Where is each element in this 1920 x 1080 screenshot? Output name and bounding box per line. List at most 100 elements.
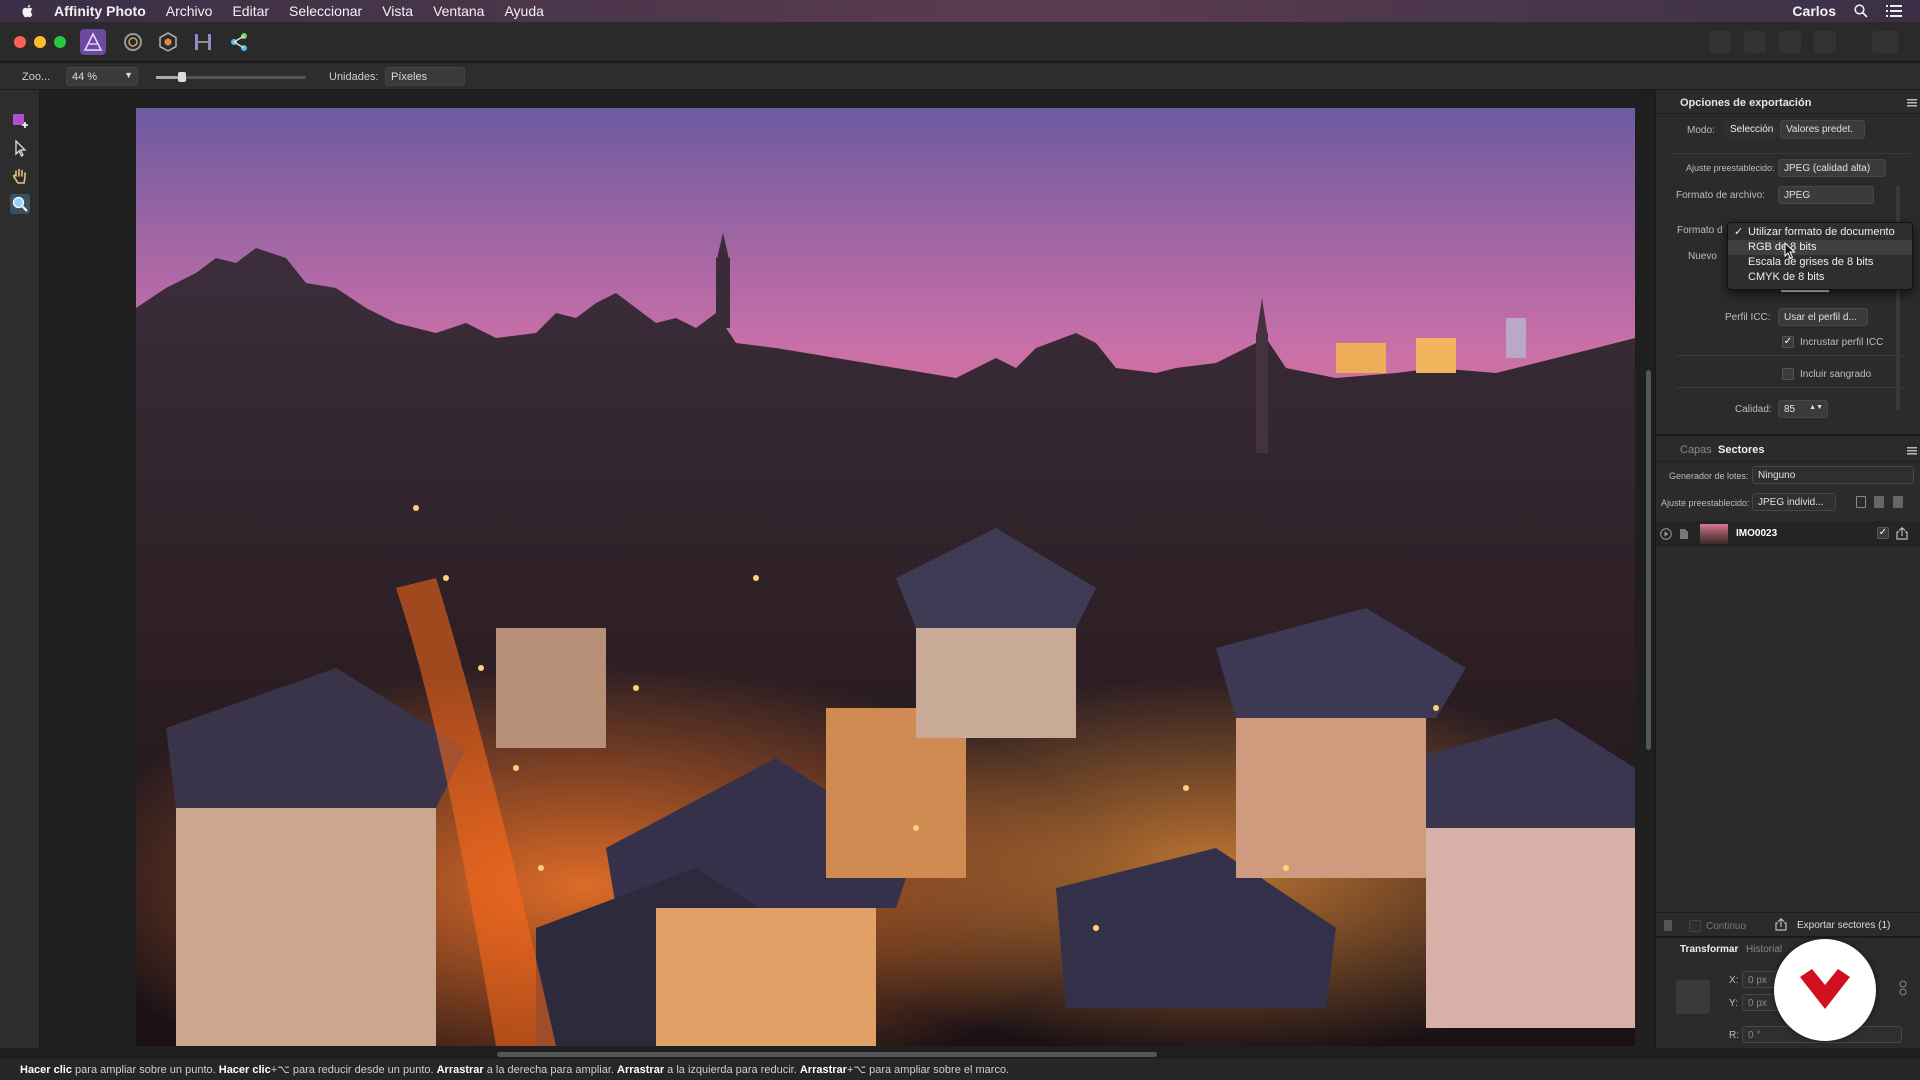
stepper-icon[interactable]: ▲▼ bbox=[1809, 404, 1823, 411]
menu-app-name[interactable]: Affinity Photo bbox=[54, 3, 146, 19]
quality-value: 85 bbox=[1784, 404, 1796, 415]
menu-archivo[interactable]: Archivo bbox=[166, 3, 213, 19]
document-icon bbox=[1680, 529, 1688, 539]
slice-preset-label: Ajuste preestablecido: bbox=[1661, 498, 1750, 508]
status-hint-bold: Arrastrar bbox=[436, 1064, 484, 1076]
mode-selection-button[interactable]: Selección bbox=[1724, 120, 1779, 139]
notification-list-icon[interactable] bbox=[1886, 5, 1902, 17]
embed-icc-label: Incrustar perfil ICC bbox=[1800, 337, 1884, 348]
search-icon[interactable] bbox=[1854, 4, 1868, 18]
status-bar: Hacer clic para ampliar sobre un punto. … bbox=[0, 1059, 1920, 1080]
arrange-icon-3[interactable] bbox=[1779, 31, 1801, 53]
zoom-field[interactable]: 44 % ▼ bbox=[66, 67, 138, 86]
tab-transform[interactable]: Transformar bbox=[1680, 944, 1738, 955]
panel-menu-icon[interactable] bbox=[1907, 447, 1917, 455]
panel-menu-icon[interactable] bbox=[1907, 99, 1917, 107]
r-label: R: bbox=[1729, 1030, 1739, 1041]
mouse-cursor-icon bbox=[1784, 242, 1796, 260]
zoom-slider[interactable] bbox=[156, 72, 306, 82]
arrange-icon-4[interactable] bbox=[1814, 31, 1836, 53]
status-hint-text: a la derecha para ampliar. bbox=[483, 1064, 618, 1076]
vertical-scrollbar[interactable] bbox=[1646, 370, 1651, 750]
tab-slices[interactable]: Sectores bbox=[1718, 444, 1764, 456]
zoom-slider-handle[interactable] bbox=[178, 72, 186, 82]
continuous-checkbox[interactable] bbox=[1689, 920, 1701, 932]
export-persona-icon[interactable] bbox=[226, 29, 252, 55]
link-icon[interactable] bbox=[1899, 980, 1907, 996]
align-icon[interactable] bbox=[1872, 31, 1898, 53]
arrange-icon-2[interactable] bbox=[1744, 31, 1766, 53]
slice-row[interactable]: IMO0023 ✓ bbox=[1656, 521, 1920, 547]
logo-mark-icon bbox=[1800, 969, 1850, 1009]
menu-editar[interactable]: Editar bbox=[232, 3, 269, 19]
tab-layers[interactable]: Capas bbox=[1680, 444, 1712, 456]
x-label: X: bbox=[1729, 975, 1739, 986]
move-tool-icon[interactable] bbox=[10, 138, 30, 158]
menu-ayuda[interactable]: Ayuda bbox=[504, 3, 543, 19]
dropdown-option-rgb-8[interactable]: RGB de 8 bits bbox=[1728, 240, 1912, 255]
status-hint-bold: Arrastrar bbox=[799, 1064, 847, 1076]
menu-bar: Affinity Photo Archivo Editar Selecciona… bbox=[0, 0, 1920, 22]
dropdown-option-grayscale-8[interactable]: Escala de grises de 8 bits bbox=[1728, 255, 1912, 270]
zoom-window-button[interactable] bbox=[54, 36, 66, 48]
embed-icc-checkbox[interactable]: ✓ bbox=[1782, 336, 1794, 348]
develop-persona-icon[interactable] bbox=[155, 29, 181, 55]
apple-icon[interactable] bbox=[20, 3, 36, 19]
mode-defaults-button[interactable]: Valores predet. bbox=[1780, 120, 1865, 139]
arrange-icon-1[interactable] bbox=[1709, 31, 1731, 53]
channel-logo bbox=[1774, 939, 1876, 1041]
mode-label: Modo: bbox=[1687, 125, 1715, 136]
share-icon[interactable] bbox=[1896, 527, 1908, 540]
trash-icon[interactable] bbox=[1664, 920, 1672, 931]
document-photo[interactable] bbox=[136, 108, 1635, 1046]
units-select[interactable]: Píxeles bbox=[385, 67, 465, 86]
status-hint-text: a la izquierda para reducir. bbox=[664, 1064, 800, 1076]
paste-icon[interactable] bbox=[1874, 496, 1884, 508]
zoom-tool-icon[interactable] bbox=[10, 194, 30, 214]
tone-mapping-persona-icon[interactable] bbox=[190, 29, 216, 55]
batch-builder-select[interactable]: Ninguno bbox=[1752, 466, 1914, 484]
anchor-grid[interactable] bbox=[1676, 980, 1710, 1014]
icc-profile-label: Perfil ICC: bbox=[1725, 312, 1771, 323]
artboard-tool-icon[interactable] bbox=[10, 110, 30, 130]
slice-export-checkbox[interactable]: ✓ bbox=[1877, 527, 1889, 539]
export-slices-button[interactable]: Exportar sectores (1) bbox=[1797, 920, 1890, 931]
icc-profile-select[interactable]: Usar el perfil d... bbox=[1778, 308, 1868, 326]
export-icon bbox=[1775, 918, 1787, 931]
view-hand-tool-icon[interactable] bbox=[10, 166, 30, 186]
file-format-select[interactable]: JPEG bbox=[1778, 186, 1874, 204]
horizontal-scrollbar[interactable] bbox=[497, 1052, 1157, 1057]
copy-icon[interactable] bbox=[1856, 496, 1866, 508]
pixel-format-dropdown[interactable]: ✓ Utilizar formato de documento RGB de 8… bbox=[1727, 222, 1913, 290]
minimize-window-button[interactable] bbox=[34, 36, 46, 48]
slice-name[interactable]: IMO0023 bbox=[1736, 528, 1777, 539]
pixel-format-label: Formato d bbox=[1677, 225, 1723, 236]
chevron-down-icon[interactable]: ▼ bbox=[124, 70, 133, 80]
export-panel-scrollbar[interactable] bbox=[1896, 185, 1900, 410]
photo-persona-icon[interactable] bbox=[80, 29, 106, 55]
status-hint-text: +⌥ para ampliar sobre el marco. bbox=[846, 1064, 1010, 1076]
main-toolbar bbox=[0, 22, 1920, 62]
user-name[interactable]: Carlos bbox=[1792, 3, 1836, 19]
dropdown-option-document-format[interactable]: ✓ Utilizar formato de documento bbox=[1728, 225, 1912, 240]
slice-thumbnail bbox=[1700, 524, 1728, 544]
export-options-title: Opciones de exportación bbox=[1680, 97, 1812, 109]
batch-builder-label: Generador de lotes: bbox=[1669, 471, 1749, 481]
close-window-button[interactable] bbox=[14, 36, 26, 48]
liquify-persona-icon[interactable] bbox=[120, 29, 146, 55]
zoom-label: Zoo... bbox=[22, 71, 51, 83]
dropdown-option-label: Escala de grises de 8 bits bbox=[1748, 256, 1874, 268]
slice-preset-select[interactable]: JPEG individ... bbox=[1752, 493, 1836, 511]
trash-icon[interactable] bbox=[1893, 496, 1903, 508]
units-label: Unidades: bbox=[329, 71, 379, 83]
menu-ventana[interactable]: Ventana bbox=[433, 3, 484, 19]
play-icon[interactable] bbox=[1660, 528, 1672, 540]
preset-label: Ajuste preestablecido: bbox=[1686, 163, 1775, 173]
include-bleed-checkbox[interactable] bbox=[1782, 368, 1794, 380]
menu-vista[interactable]: Vista bbox=[382, 3, 413, 19]
dropdown-option-cmyk-8[interactable]: CMYK de 8 bits bbox=[1728, 270, 1912, 285]
quality-field[interactable]: 85 ▲▼ bbox=[1778, 400, 1828, 418]
new-label: Nuevo bbox=[1688, 251, 1717, 262]
preset-select[interactable]: JPEG (calidad alta) bbox=[1778, 159, 1886, 177]
menu-seleccionar[interactable]: Seleccionar bbox=[289, 3, 362, 19]
